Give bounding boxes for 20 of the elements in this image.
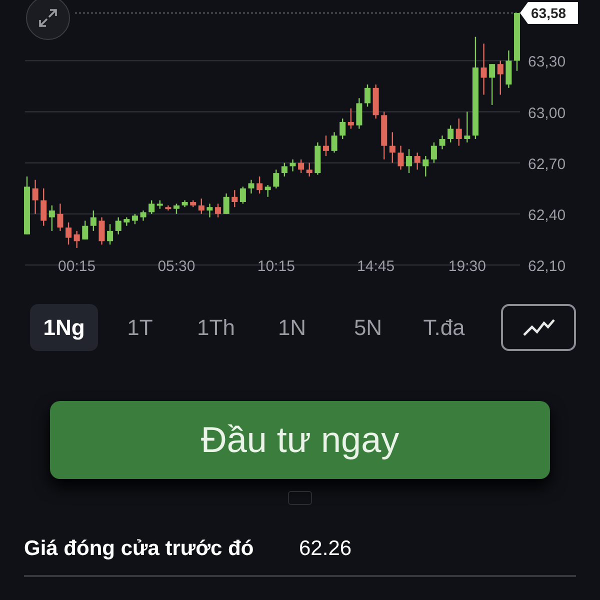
x-axis-label: 14:45 [357, 258, 395, 275]
stat-value: 62.26 [299, 537, 352, 561]
y-axis-label: 62,40 [528, 206, 566, 224]
period-tab[interactable]: T.đa [410, 304, 478, 351]
y-axis-label: 62,10 [528, 258, 566, 275]
invest-button[interactable]: Đầu tư ngay [50, 401, 550, 479]
period-tab[interactable]: 1Ng [30, 304, 98, 351]
period-tab[interactable]: 1Th [182, 304, 250, 351]
x-axis-label: 05:30 [158, 258, 196, 275]
y-axis-label: 63,30 [528, 54, 566, 71]
period-tab[interactable]: 1T [106, 304, 174, 351]
x-axis-label: 00:15 [58, 258, 96, 275]
y-axis-label: 62,70 [528, 156, 566, 173]
x-axis-label: 10:15 [257, 258, 295, 275]
price-tag: 63,58 [520, 2, 578, 24]
stat-label: Giá đóng cửa trước đó [24, 537, 255, 561]
period-tab[interactable]: 5N [334, 304, 402, 351]
x-axis-label: 19:30 [448, 258, 486, 275]
y-axis-label: 63,00 [528, 104, 566, 122]
period-tab[interactable]: 1N [258, 304, 326, 351]
